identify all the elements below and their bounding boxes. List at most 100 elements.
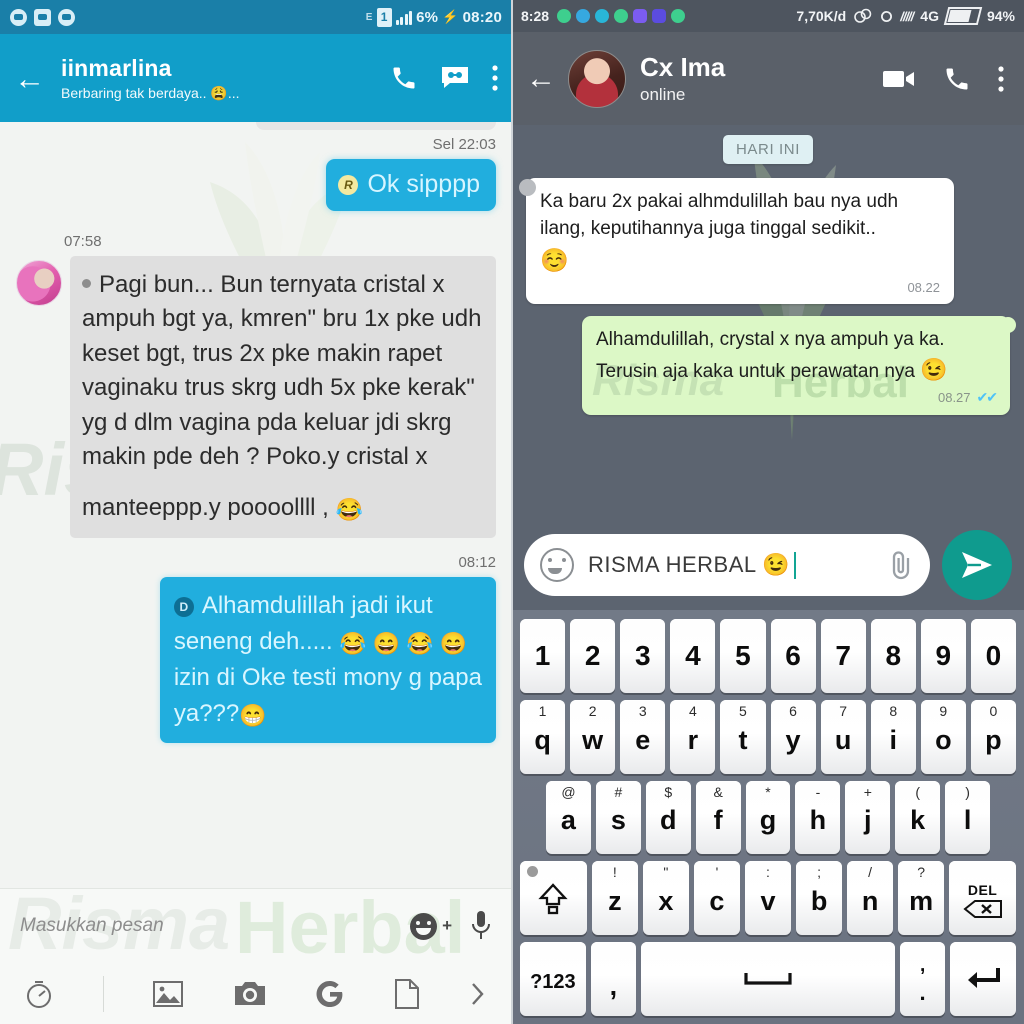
paperclip-icon[interactable] [888,549,914,581]
camera-icon[interactable] [233,979,267,1009]
key-6[interactable]: 6 [770,619,816,693]
key-0[interactable]: 0 [970,619,1016,693]
plus-icon[interactable]: + [442,916,452,936]
key-b[interactable]: ; b [796,861,843,936]
right-header-titles[interactable]: Cx Ima online [640,52,882,105]
right-message-input-field[interactable]: RISMA HERBAL 😉 [524,534,930,596]
key-label: n [861,886,879,917]
key-k[interactable]: (k [895,780,941,855]
whatsapp-icon [10,8,27,26]
key-e[interactable]: 3e [620,699,666,774]
voice-call-icon[interactable] [943,65,971,93]
message-row-outgoing[interactable]: R Ok sipppp [16,159,496,211]
overflow-menu-icon[interactable] [998,65,1004,92]
more-chevron-icon[interactable] [468,979,488,1009]
key-7[interactable]: 7 [820,619,866,693]
avatar[interactable] [16,259,62,306]
phone-icon[interactable] [390,64,418,92]
delete-key[interactable]: DEL [949,861,1016,936]
key-x[interactable]: " x [642,861,689,936]
document-icon[interactable] [394,978,420,1010]
left-composer[interactable]: Risma Herbal Masukkan pesan + [0,882,512,1024]
send-icon [962,552,992,578]
message-bubble-incoming[interactable]: Pagi bun... Bun ternyata cristal x ampuh… [70,255,496,538]
right-composer[interactable]: RISMA HERBAL 😉 [512,520,1024,610]
key-l[interactable]: ) l [945,780,991,855]
message-bubble-outgoing[interactable]: D Alhamdulillah jadi ikut seneng deh.....… [159,576,496,743]
left-message-input-row[interactable]: Masukkan pesan + [0,889,512,963]
key-y[interactable]: 6y [770,699,816,774]
key-j[interactable]: + j [845,780,891,855]
symbols-key[interactable]: ?123 [520,942,586,1016]
key-w[interactable]: 2w [570,699,616,774]
key-9[interactable]: 9 [920,619,966,693]
onscreen-keyboard[interactable]: 1 2 3 4 5 6 7 8 9 0 1q 2w 3e 4r 5t 6y 7u… [512,610,1024,1024]
emoji-smiley-icon[interactable] [540,548,574,582]
left-header-titles[interactable]: iinmarlina Berbaring tak berdaya.. 😩... [61,55,380,102]
message-row-outgoing[interactable]: D Alhamdulillah jadi ikut seneng deh.....… [16,576,496,743]
gallery-icon[interactable] [152,979,184,1009]
left-attachment-toolbar[interactable] [0,963,512,1024]
left-message-input[interactable]: Masukkan pesan [20,915,410,937]
key-r[interactable]: 4r [670,699,716,774]
key-m[interactable]: ? m [898,861,945,936]
overflow-menu-icon[interactable] [492,65,498,91]
key-h[interactable]: -h [795,780,841,855]
text-caret [794,551,797,579]
key-period[interactable]: , . [899,942,946,1016]
key-c[interactable]: ' c [693,861,740,936]
line-icon [58,8,75,26]
avatar[interactable] [568,49,626,108]
key-f[interactable]: & f [695,780,741,855]
key-u[interactable]: 7u [820,699,866,774]
emoji-smiley-icon[interactable] [410,912,438,940]
key-alt-label: ( [915,783,921,800]
send-button[interactable] [942,530,1012,600]
key-t[interactable]: 5t [720,699,766,774]
key-v[interactable]: :v [744,861,792,936]
key-label: b [810,886,828,917]
key-q[interactable]: 1q [520,699,566,774]
right-status-bar: 8:28 7,70K/d ///// 4G 94% [512,0,1024,32]
key-3[interactable]: 3 [620,619,666,693]
google-icon[interactable] [315,979,345,1009]
message-row-incoming[interactable]: Pagi bun... Bun ternyata cristal x ampuh… [16,255,496,538]
key-alt-label: : [766,864,770,881]
bbm-icon [34,8,51,26]
right-message-input[interactable]: RISMA HERBAL 😉 [588,551,874,579]
key-1[interactable]: 1 [520,619,566,693]
key-z[interactable]: ! z [591,861,638,936]
key-alt-label: 9 [939,702,948,719]
enter-key[interactable] [950,942,1016,1016]
back-arrow-icon[interactable]: ← [14,63,45,94]
key-comma[interactable]: , [590,942,637,1016]
key-s[interactable]: # s [595,780,641,855]
key-p[interactable]: 0p [970,699,1016,774]
sender-badge: D [173,596,194,617]
unread-dot-icon [82,278,91,288]
message-line-2: seneng deh..... [173,627,333,655]
shift-key[interactable] [520,861,587,936]
key-o[interactable]: 9o [920,699,966,774]
key-n[interactable]: / n [847,861,894,936]
left-chat-body[interactable]: Risma Herbal Sel 22:03 R Ok sipppp 07:58… [0,122,512,888]
key-4[interactable]: 4 [670,619,716,693]
key-5[interactable]: 5 [720,619,766,693]
message-bubble-outgoing[interactable]: Risma Herbal Alhamdulillah, crystal x ny… [582,316,1016,415]
space-key[interactable] [641,942,895,1016]
chat-bot-icon[interactable] [440,65,470,91]
microphone-icon[interactable] [470,910,492,942]
key-d[interactable]: $ d [645,780,691,855]
timer-icon[interactable] [24,979,54,1009]
key-8[interactable]: 8 [870,619,916,693]
battery-percent-label: 6% [416,8,439,26]
video-call-icon[interactable] [882,67,916,91]
message-bubble-incoming[interactable]: Ka baru 2x pakai alhmdulillah bau nya ud… [519,178,954,305]
right-chat-body[interactable]: HARI INI Ka baru 2x pakai alhmdulillah b… [512,125,1024,520]
key-i[interactable]: 8i [870,699,916,774]
key-a[interactable]: @ a [546,780,591,855]
key-g[interactable]: * g [745,780,791,855]
message-bubble-outgoing[interactable]: R Ok sipppp [326,159,496,211]
back-arrow-icon[interactable]: ← [526,63,556,94]
key-2[interactable]: 2 [570,619,616,693]
